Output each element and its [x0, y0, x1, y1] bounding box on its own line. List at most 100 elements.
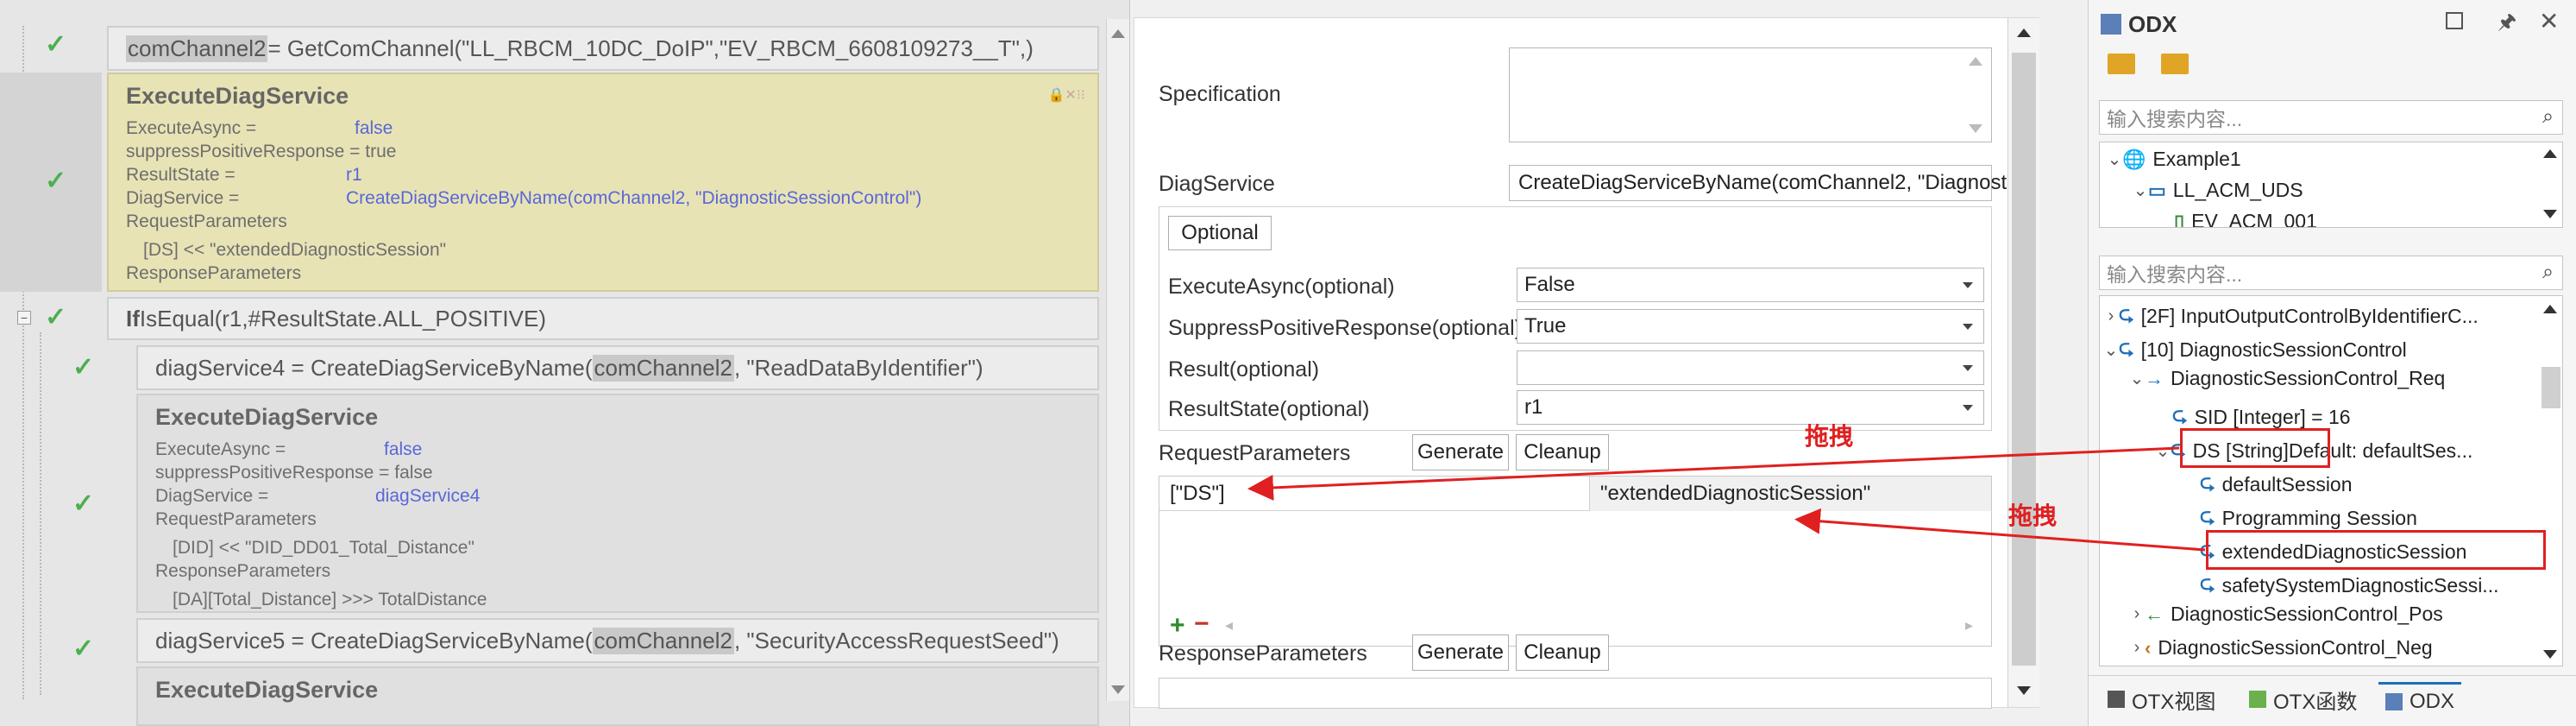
suppress-positive-dropdown[interactable]: True — [1517, 309, 1984, 344]
block-action-icons[interactable]: 🔒✕⁝⁝ — [1048, 86, 1086, 104]
tab-odx[interactable]: ODX — [2378, 682, 2462, 719]
scroll-down-icon[interactable] — [1111, 685, 1125, 694]
tab-optional[interactable]: Optional — [1168, 216, 1272, 250]
scroll-up-icon[interactable] — [1111, 29, 1125, 38]
tree-node[interactable]: ▯ EV_ACM_001 — [2174, 210, 2317, 228]
generate-request-button[interactable]: Generate — [1412, 434, 1509, 470]
tree-node[interactable]: › ‹ DiagnosticSessionControl_Neg — [2129, 636, 2433, 660]
tree-node[interactable]: ⌄ → DiagnosticSessionControl_Req — [2129, 367, 2446, 390]
scroll-thumb[interactable] — [2541, 367, 2560, 408]
scroll-thumb[interactable] — [2012, 53, 2036, 666]
param-row: [DID] << "DID_DD01_Total_Distance" — [155, 536, 1080, 559]
drag-annotation-1: 拖拽 — [1805, 423, 1854, 450]
chevron-down-icon[interactable]: ⌄ — [2133, 180, 2148, 201]
cleanup-request-button[interactable]: Cleanup — [1516, 434, 1609, 470]
chevron-right-icon[interactable]: › — [2103, 306, 2119, 326]
variable-ref: comChannel2 — [592, 354, 734, 382]
scroll-down-icon[interactable] — [2543, 650, 2557, 659]
chevron-down-icon[interactable]: ⌄ — [2107, 148, 2122, 170]
chevron-down-icon — [1963, 365, 1973, 371]
tree-node[interactable]: › ← DiagnosticSessionControl_Pos — [2129, 603, 2443, 626]
execute-async-dropdown[interactable]: False — [1517, 268, 1984, 302]
request-parameters-label: RequestParameters — [1159, 441, 1351, 465]
code-line-if[interactable]: If IsEqual(r1,#ResultState.ALL_POSITIVE) — [107, 297, 1099, 340]
tree-label: defaultSession — [2221, 472, 2353, 496]
request-arrow-icon: → — [2145, 367, 2164, 389]
tree-node[interactable]: › ⮎ [2F] InputOutputControlByIdentifierC..… — [2103, 300, 2479, 332]
search-input[interactable]: 输入搜索内容... ⌕ — [2099, 100, 2563, 135]
dropdown-value: False — [1524, 273, 1575, 296]
chevron-down-icon[interactable]: ⌄ — [2155, 440, 2171, 462]
param-row: suppressPositiveResponse = false — [155, 461, 1080, 484]
close-icon[interactable]: ✕ — [2539, 7, 2559, 35]
pin-icon[interactable]: 🖈 — [2497, 7, 2516, 42]
scroll-right-icon[interactable]: ▸ — [1965, 616, 1973, 634]
scroll-up-icon[interactable] — [1969, 57, 1982, 66]
tab-otx-functions[interactable]: OTX函数 — [2249, 684, 2357, 715]
tree-node[interactable]: ⌄ ▭ LL_ACM_UDS — [2133, 179, 2303, 202]
tree-label: SID [Integer] = 16 — [2194, 405, 2351, 428]
param-value-cell[interactable]: "extendedDiagnosticSession" — [1589, 477, 1991, 511]
scroll-up-icon[interactable] — [2017, 28, 2031, 37]
execute-diag-service-block[interactable]: ExecuteDiagService 🔒✕⁝⁝ ExecuteAsync = fa… — [107, 73, 1099, 292]
tree-label: EV_ACM_001 — [2191, 210, 2317, 228]
odx-service-tree: › ⮎ [2F] InputOutputControlByIdentifierC..… — [2099, 295, 2563, 666]
cleanup-response-button[interactable]: Cleanup — [1516, 634, 1609, 671]
search-placeholder: 输入搜索内容... — [2107, 108, 2243, 130]
tree-label: Example1 — [2152, 148, 2241, 170]
chevron-right-icon[interactable]: › — [2129, 604, 2145, 624]
chevron-down-icon[interactable]: ⌄ — [2103, 339, 2119, 361]
tree-node[interactable]: ⮎ defaultSession — [2200, 468, 2353, 501]
execute-diag-service-block[interactable]: ExecuteDiagService ExecuteAsync = false s… — [136, 394, 1099, 613]
diagservice-input[interactable]: CreateDiagServiceByName(comChannel2, "Di… — [1509, 165, 2021, 201]
chevron-down-icon — [1963, 282, 1973, 288]
tab-otx-view[interactable]: OTX视图 — [2108, 684, 2215, 715]
collapse-icon[interactable]: − — [17, 311, 31, 325]
code-scrollbar[interactable] — [1106, 19, 1129, 701]
search-input[interactable]: 输入搜索内容... ⌕ — [2099, 256, 2563, 290]
code-line-diagservice4[interactable]: diagService4 = CreateDiagServiceByName( … — [136, 345, 1099, 390]
param-row: ExecuteAsync = false — [155, 438, 1080, 461]
param-key: ResultState = — [126, 165, 236, 185]
properties-scrollbar[interactable] — [2007, 18, 2039, 707]
maximize-icon[interactable] — [2446, 12, 2463, 29]
param-key: DiagService = — [126, 188, 240, 208]
scroll-left-icon[interactable]: ◂ — [1225, 616, 1233, 634]
chevron-right-icon[interactable]: › — [2129, 638, 2145, 658]
odx-panel: ODX 🖈 ✕ 输入搜索内容... ⌕ ⌄ 🌐 Example1 ⌄ ▭ LL_… — [2088, 0, 2576, 726]
checkmark-icon: ✓ — [72, 353, 95, 382]
tree-node[interactable]: ⌄ 🌐 Example1 — [2107, 148, 2241, 171]
scroll-up-icon[interactable] — [2543, 305, 2557, 313]
execute-diag-service-block[interactable]: ExecuteDiagService — [136, 666, 1099, 726]
scroll-down-icon[interactable] — [2543, 210, 2557, 218]
remove-icon[interactable]: − — [1194, 609, 1209, 639]
tree-node[interactable]: ⌄ ⮎ [10] DiagnosticSessionControl — [2103, 333, 2407, 366]
code-line-diagservice5[interactable]: diagService5 = CreateDiagServiceByName( … — [136, 618, 1099, 663]
optional-label: ExecuteAsync(optional) — [1168, 275, 1395, 299]
chevron-down-icon[interactable]: ⌄ — [2129, 368, 2145, 389]
add-icon[interactable]: + — [1170, 611, 1185, 641]
generate-response-button[interactable]: Generate — [1412, 634, 1509, 671]
param-row: DiagService = CreateDiagServiceByName(com… — [126, 186, 1080, 210]
properties-panel: Specification DiagService CreateDiagServ… — [1134, 17, 2039, 709]
tree-node[interactable]: ⮎ safetySystemDiagnosticSessi... — [2200, 569, 2498, 602]
scroll-down-icon[interactable] — [1969, 124, 1982, 133]
checkmark-icon: ✓ — [45, 30, 67, 59]
scroll-down-icon[interactable] — [2017, 686, 2031, 695]
table-row[interactable]: ["DS"] "extendedDiagnosticSession" — [1159, 477, 1991, 511]
odx-panel-icon — [2101, 14, 2121, 35]
param-row: ResponseParameters — [155, 559, 1080, 583]
result-dropdown[interactable] — [1517, 350, 1984, 385]
tree-label: DiagnosticSessionControl_Pos — [2171, 603, 2443, 625]
code-text: = GetComChannel("LL_RBCM_10DC_DoIP","EV_… — [267, 35, 1034, 61]
open-folder-icon[interactable] — [2108, 54, 2135, 74]
result-state-dropdown[interactable]: r1 — [1517, 390, 1984, 425]
param-value: CreateDiagServiceByName(comChannel2, "Di… — [346, 188, 922, 208]
scroll-up-icon[interactable] — [2543, 149, 2557, 158]
optional-label: SuppressPositiveResponse(optional) — [1168, 316, 1522, 340]
code-line-getcomchannel[interactable]: comChannel2 = GetComChannel("LL_RBCM_10D… — [107, 26, 1099, 71]
chevron-down-icon — [1963, 405, 1973, 411]
specification-input[interactable] — [1509, 47, 1992, 142]
folder-export-icon[interactable] — [2161, 54, 2189, 74]
value-icon: ⮎ — [2200, 471, 2215, 493]
